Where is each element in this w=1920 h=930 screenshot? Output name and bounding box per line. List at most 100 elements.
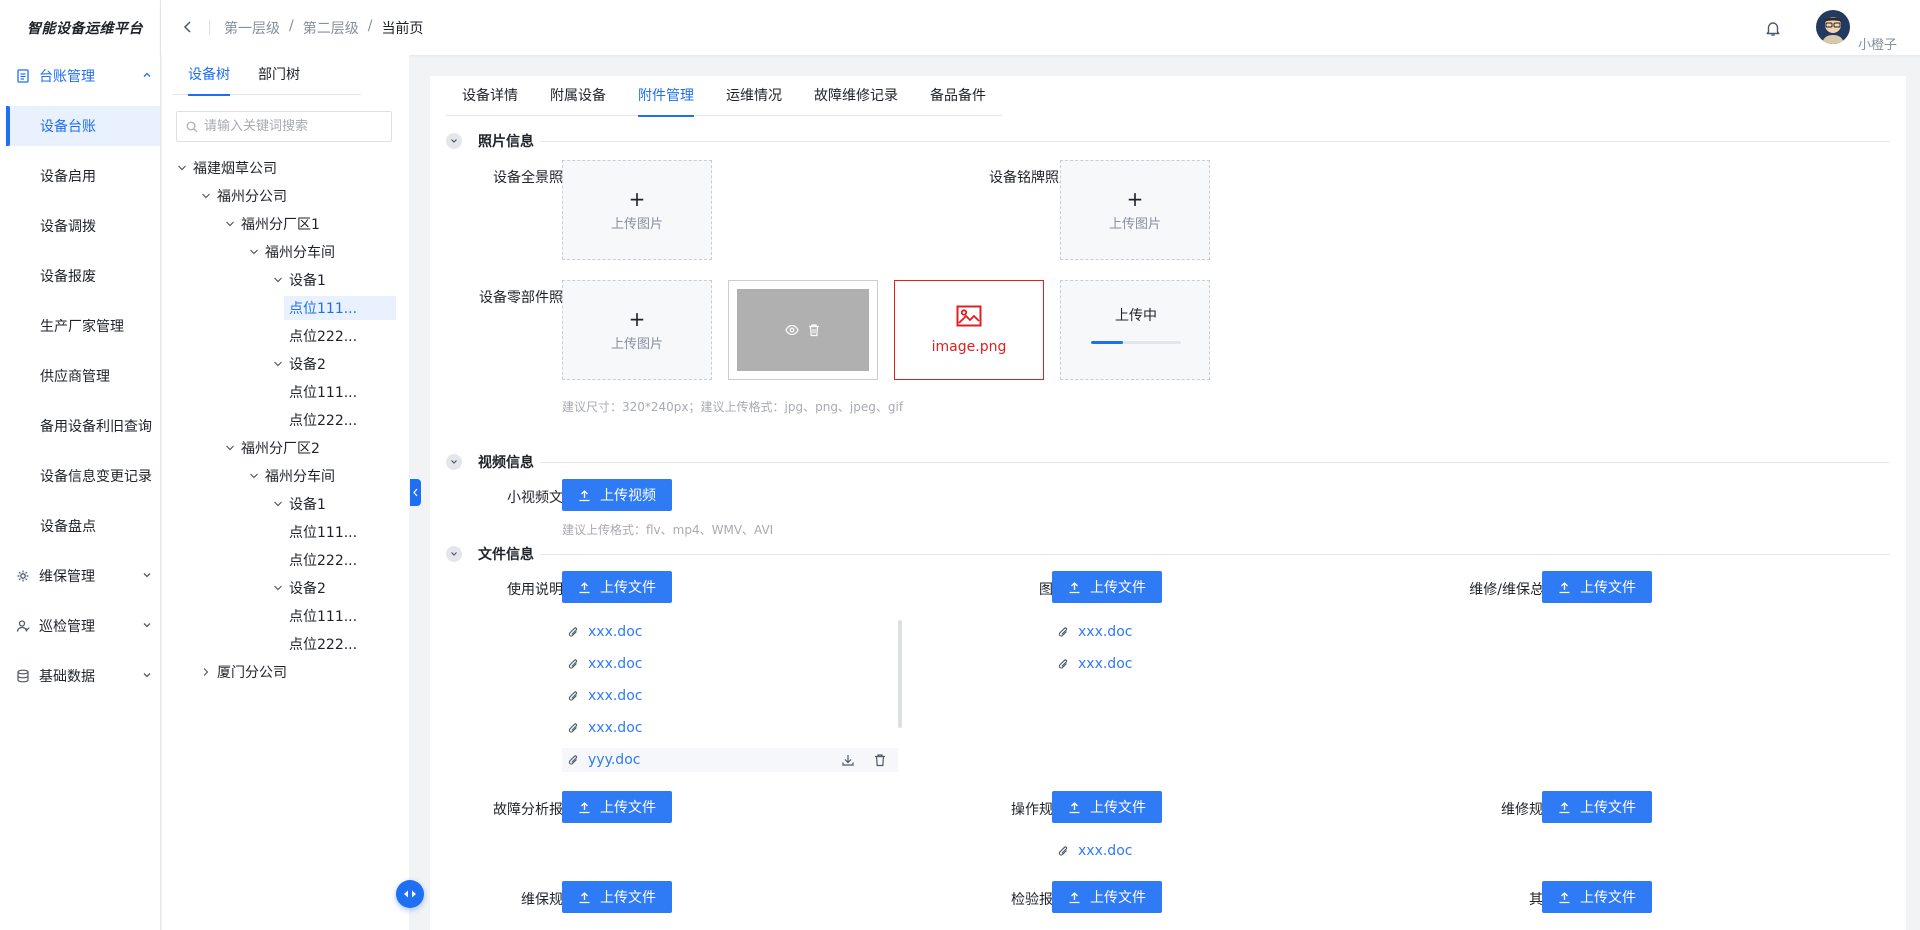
tab-attached-devices[interactable]: 附属设备	[534, 76, 622, 116]
tab-operations[interactable]: 运维情况	[710, 76, 798, 116]
breadcrumb-item[interactable]: 第二层级	[303, 18, 359, 38]
tree-node[interactable]: 福州分厂区1	[224, 212, 320, 236]
file-link[interactable]: xxx.doc	[588, 720, 642, 736]
avatar[interactable]	[1816, 10, 1850, 44]
tree-node-leaf[interactable]: 点位111...	[284, 380, 357, 404]
tree-node-leaf[interactable]: 点位222...	[284, 632, 357, 656]
tab-spare-parts[interactable]: 备品备件	[914, 76, 1002, 116]
upload-other-button[interactable]: 上传文件	[1542, 881, 1652, 913]
tab-device-tree[interactable]: 设备树	[188, 55, 230, 96]
file-link[interactable]: xxx.doc	[1078, 843, 1132, 859]
upload-inspection-report-button[interactable]: 上传文件	[1052, 881, 1162, 913]
upload-video-button[interactable]: 上传视频	[562, 479, 672, 511]
tree-node[interactable]: 福州分车间	[248, 240, 335, 264]
upload-maintenance-procedure-button[interactable]: 上传文件	[562, 881, 672, 913]
sidebar-item-inventory[interactable]: 设备盘点	[6, 506, 160, 546]
sidebar-item-spare-reuse[interactable]: 备用设备利旧查询	[6, 406, 160, 446]
tree-node-leaf[interactable]: 点位222...	[284, 408, 357, 432]
upload-fault-analysis-button[interactable]: 上传文件	[562, 791, 672, 823]
menu-group-inspection[interactable]: 巡检管理	[0, 601, 161, 651]
button-label: 上传视频	[600, 488, 656, 504]
file-link[interactable]: xxx.doc	[1078, 656, 1132, 672]
file-list-scrollbar[interactable]	[898, 620, 902, 728]
file-link[interactable]: xxx.doc	[1078, 624, 1132, 640]
tree-node[interactable]: 福州分车间	[248, 464, 335, 488]
tree-node[interactable]: 设备1	[272, 492, 326, 516]
bell-icon[interactable]	[1764, 19, 1782, 37]
button-label: 上传文件	[600, 580, 656, 596]
download-icon[interactable]	[841, 753, 855, 767]
tab-device-detail[interactable]: 设备详情	[446, 76, 534, 116]
trash-icon[interactable]	[873, 753, 887, 767]
tab-attachments[interactable]: 附件管理	[622, 76, 710, 117]
parts-upload-box[interactable]: + 上传图片	[562, 280, 712, 380]
plus-icon: +	[628, 186, 646, 211]
upload-image-text: 上传图片	[610, 216, 663, 232]
tree-node[interactable]: 福州分厂区2	[224, 436, 320, 460]
tree-node[interactable]: 福州分公司	[200, 184, 287, 208]
button-label: 上传文件	[1580, 890, 1636, 906]
file-item[interactable]: xxx.doc	[567, 652, 642, 676]
upload-manual-button[interactable]: 上传文件	[562, 571, 672, 603]
file-item[interactable]: xxx.doc	[567, 716, 642, 740]
tree-node[interactable]: 设备1	[272, 268, 326, 292]
file-item[interactable]: xxx.doc	[567, 620, 642, 644]
sidebar-item-supplier[interactable]: 供应商管理	[6, 356, 160, 396]
menu-group-ledger[interactable]: 台账管理	[0, 51, 161, 101]
file-section-header[interactable]: 文件信息	[446, 544, 534, 564]
sidebar-item-manufacturer[interactable]: 生产厂家管理	[6, 306, 160, 346]
collapse-tree-handle[interactable]	[410, 479, 421, 506]
tree-node[interactable]: 厦门分公司	[200, 660, 287, 684]
tree-node-leaf-selected[interactable]: 点位111...	[284, 296, 396, 320]
upload-repair-procedure-button[interactable]: 上传文件	[1542, 791, 1652, 823]
file-link[interactable]: xxx.doc	[588, 688, 642, 704]
tree-node-leaf[interactable]: 点位222...	[284, 548, 357, 572]
manual-label: 使用说明书	[507, 582, 577, 598]
sidebar-item-change-record[interactable]: 设备信息变更记录	[6, 456, 160, 496]
tab-department-tree[interactable]: 部门树	[258, 55, 300, 95]
tree-node-leaf[interactable]: 点位111...	[284, 604, 357, 628]
sidebar-item-device-enable[interactable]: 设备启用	[6, 156, 160, 196]
nameplate-upload-box[interactable]: + 上传图片	[1060, 160, 1210, 260]
file-item[interactable]: xxx.doc	[1057, 620, 1132, 644]
tree-node[interactable]: 设备2	[272, 352, 326, 376]
file-item[interactable]: xxx.doc	[567, 684, 642, 708]
main-content: 设备详情 附属设备 附件管理 运维情况 故障维修记录 备品备件 照片信息 设备全…	[430, 76, 1906, 930]
upload-operation-procedure-button[interactable]: 上传文件	[1052, 791, 1162, 823]
eye-icon[interactable]	[785, 323, 799, 337]
tree-node-leaf[interactable]: 点位222...	[284, 324, 357, 348]
breadcrumb-item[interactable]: 第一层级	[224, 18, 280, 38]
file-link[interactable]: xxx.doc	[588, 624, 642, 640]
panorama-upload-box[interactable]: + 上传图片	[562, 160, 712, 260]
menu-group-maintenance[interactable]: 维保管理	[0, 551, 161, 601]
file-item[interactable]: xxx.doc	[1057, 652, 1132, 676]
sidebar-item-device-transfer[interactable]: 设备调拨	[6, 206, 160, 246]
tree-node[interactable]: 福建烟草公司	[176, 156, 277, 180]
file-item[interactable]: xxx.doc	[1057, 839, 1132, 863]
failed-upload-card[interactable]: image.png	[894, 280, 1044, 380]
menu-group-base-data[interactable]: 基础数据	[0, 651, 161, 701]
upload-icon	[579, 891, 590, 903]
upload-maintenance-summary-button[interactable]: 上传文件	[1542, 571, 1652, 603]
file-link[interactable]: xxx.doc	[588, 656, 642, 672]
back-arrow-icon[interactable]	[181, 20, 195, 34]
trash-icon[interactable]	[807, 323, 821, 337]
chevron-down-icon	[143, 573, 151, 578]
sidebar-item-device-ledger[interactable]: 设备台账	[6, 106, 160, 146]
file-link[interactable]: yyy.doc	[588, 752, 640, 768]
tab-repair-records[interactable]: 故障维修记录	[798, 76, 914, 116]
sidebar-item-device-scrap[interactable]: 设备报废	[6, 256, 160, 296]
user-name[interactable]: 小橙子	[1858, 34, 1897, 53]
photo-section-header[interactable]: 照片信息	[446, 131, 534, 151]
plus-icon: +	[1126, 186, 1144, 211]
tree-node[interactable]: 设备2	[272, 576, 326, 600]
file-item-hovered[interactable]: yyy.doc	[562, 748, 898, 772]
panorama-photo-label: 设备全景照片	[493, 170, 577, 186]
tree-node-leaf[interactable]: 点位111...	[284, 520, 357, 544]
tree-search-input[interactable]	[204, 119, 384, 134]
chevron-down-icon	[178, 165, 186, 171]
button-label: 上传文件	[1580, 580, 1636, 596]
resize-toggle-button[interactable]	[396, 880, 424, 908]
video-section-header[interactable]: 视频信息	[446, 452, 534, 472]
upload-drawing-button[interactable]: 上传文件	[1052, 571, 1162, 603]
